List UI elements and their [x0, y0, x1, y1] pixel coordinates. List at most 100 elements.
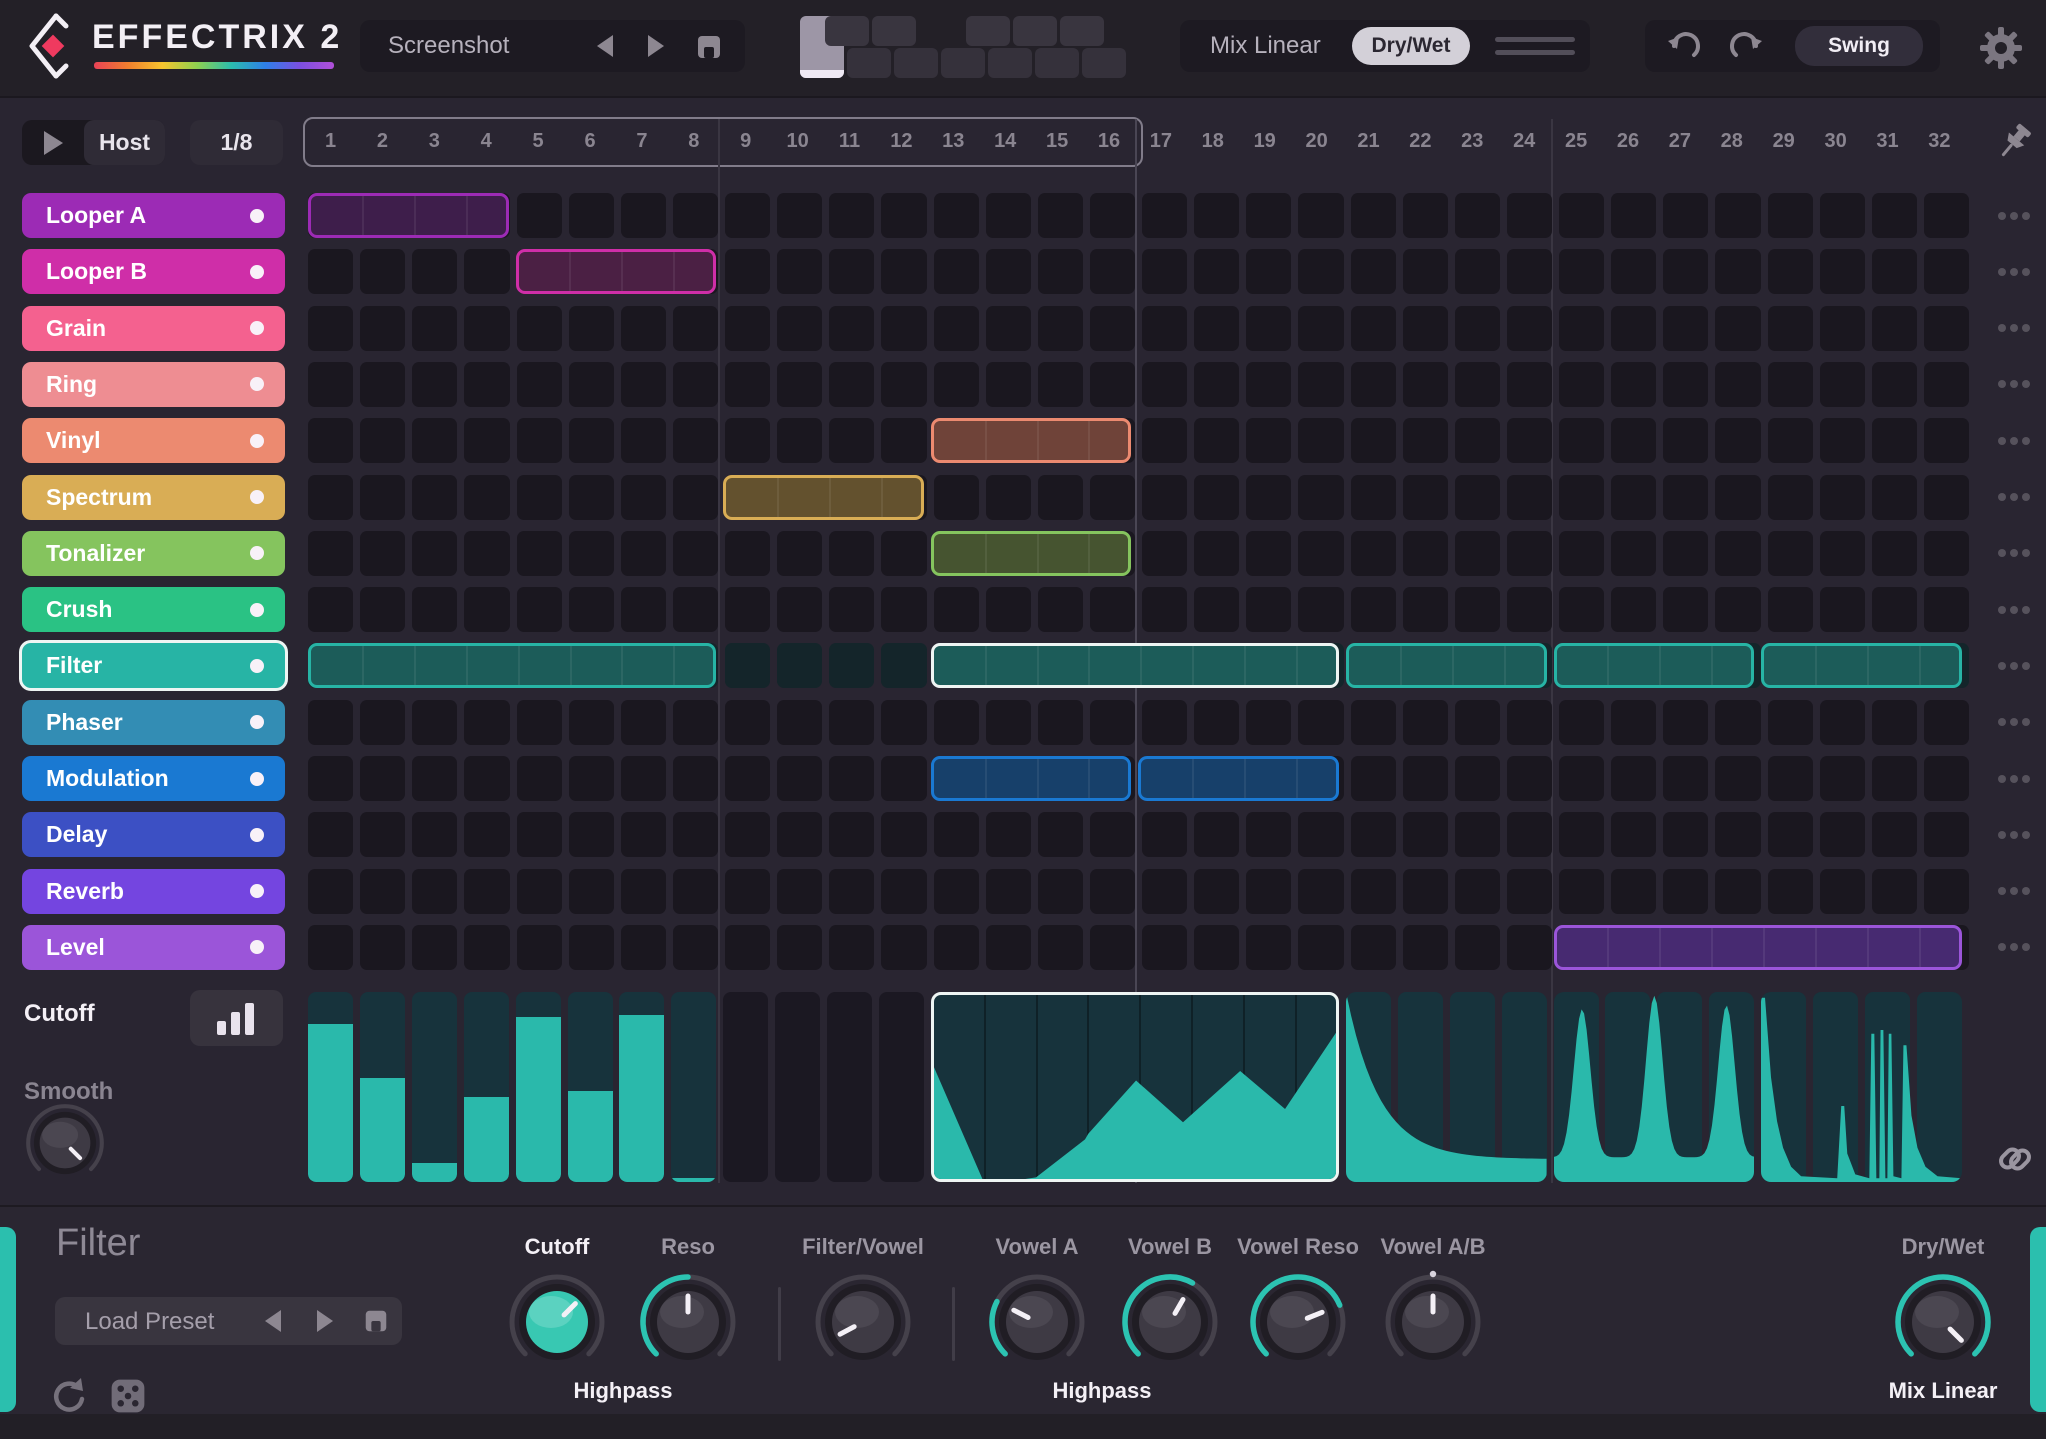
grid-cell[interactable] [1142, 530, 1188, 576]
pattern-key-4[interactable] [941, 48, 985, 78]
track-enable-dot[interactable] [250, 940, 264, 955]
grid-cell[interactable] [516, 530, 562, 576]
grid-cell[interactable] [672, 812, 718, 858]
grid-cell[interactable] [1298, 699, 1344, 745]
grid-cell[interactable] [1767, 361, 1813, 407]
grid-cell[interactable] [1559, 868, 1605, 914]
grid-cell[interactable] [1194, 868, 1240, 914]
grid-cell[interactable] [881, 193, 927, 238]
track-label-filter[interactable]: Filter [22, 643, 285, 689]
pattern-key-3[interactable] [894, 48, 938, 78]
grid-cell[interactable] [568, 418, 614, 464]
grid-cell[interactable] [308, 474, 354, 520]
step-number-20[interactable]: 20 [1294, 124, 1339, 158]
grid-cell[interactable] [1923, 193, 1969, 238]
grid-cell[interactable] [1194, 924, 1240, 970]
reset-icon[interactable] [48, 1376, 88, 1416]
grid-cell[interactable] [568, 868, 614, 914]
grid-cell[interactable] [1663, 249, 1709, 295]
grid-cell[interactable] [933, 812, 979, 858]
pattern-key-black-1[interactable] [825, 16, 869, 46]
grid-cell[interactable] [1819, 756, 1865, 801]
grid-cell[interactable] [1767, 474, 1813, 520]
grid-cell[interactable] [1506, 812, 1552, 858]
row-menu-dots[interactable] [1990, 475, 2038, 520]
step-block-filter-13-20[interactable] [930, 643, 1339, 689]
step-number-21[interactable]: 21 [1346, 124, 1391, 158]
grid-cell[interactable] [881, 305, 927, 351]
grid-cell[interactable] [516, 924, 562, 970]
grid-cell[interactable] [1298, 812, 1344, 858]
pattern-key-black-3[interactable] [966, 16, 1010, 46]
grid-cell[interactable] [412, 812, 458, 858]
grid-cell[interactable] [1506, 249, 1552, 295]
grid-cell[interactable] [360, 699, 406, 745]
grid-cell[interactable] [1663, 305, 1709, 351]
step-block-filter-21-24[interactable] [1346, 643, 1547, 689]
grid-cell[interactable] [1611, 699, 1657, 745]
grid-cell[interactable] [412, 418, 458, 464]
grid-cell[interactable] [985, 474, 1031, 520]
track-label-vinyl[interactable]: Vinyl [22, 418, 285, 464]
grid-cell[interactable] [1611, 193, 1657, 238]
grid-cell[interactable] [1246, 868, 1292, 914]
grid-cell[interactable] [933, 474, 979, 520]
grid-cell[interactable] [1715, 418, 1761, 464]
grid-cell[interactable] [881, 924, 927, 970]
track-enable-dot[interactable] [250, 490, 264, 504]
editor-spikes-region[interactable] [1761, 992, 1962, 1182]
drywet-slider-line[interactable] [1495, 37, 1575, 42]
grid-cell[interactable] [464, 361, 510, 407]
grid-cell[interactable] [1089, 587, 1135, 633]
row-menu-dots[interactable] [1990, 531, 2038, 576]
grid-cell[interactable] [1402, 249, 1448, 295]
grid-cell[interactable] [1871, 305, 1917, 351]
grid-cell[interactable] [1767, 699, 1813, 745]
grid-cell[interactable] [1715, 812, 1761, 858]
grid-cell[interactable] [464, 530, 510, 576]
grid-cell[interactable] [1923, 305, 1969, 351]
grid-cell[interactable] [1246, 812, 1292, 858]
effect-preset-save-icon[interactable] [362, 1307, 390, 1335]
grid-cell[interactable] [881, 643, 927, 689]
grid-cell[interactable] [1559, 812, 1605, 858]
grid-cell[interactable] [1402, 587, 1448, 633]
grid-cell[interactable] [464, 812, 510, 858]
grid-cell[interactable] [1559, 530, 1605, 576]
grid-cell[interactable] [672, 868, 718, 914]
grid-cell[interactable] [933, 868, 979, 914]
grid-cell[interactable] [1194, 305, 1240, 351]
pattern-key-black-4[interactable] [1013, 16, 1057, 46]
grid-cell[interactable] [725, 699, 771, 745]
track-enable-dot[interactable] [250, 602, 264, 617]
step-block-tonalizer-13-16[interactable] [930, 530, 1132, 576]
track-enable-dot[interactable] [250, 377, 264, 392]
grid-cell[interactable] [1454, 193, 1500, 238]
grid-cell[interactable] [1767, 418, 1813, 464]
grid-cell[interactable] [1298, 249, 1344, 295]
grid-cell[interactable] [1089, 868, 1135, 914]
grid-cell[interactable] [1767, 305, 1813, 351]
step-block-looper-a-1-4[interactable] [308, 193, 509, 238]
grid-cell[interactable] [1611, 305, 1657, 351]
step-number-25[interactable]: 25 [1554, 124, 1599, 158]
grid-cell[interactable] [1819, 530, 1865, 576]
step-number-28[interactable]: 28 [1709, 124, 1754, 158]
step-number-26[interactable]: 26 [1606, 124, 1651, 158]
step-block-modulation-13-16[interactable] [930, 756, 1132, 801]
preset-name[interactable]: Screenshot [388, 32, 509, 60]
grid-cell[interactable] [829, 361, 875, 407]
grid-cell[interactable] [1454, 305, 1500, 351]
grid-cell[interactable] [672, 474, 718, 520]
grid-cell[interactable] [933, 699, 979, 745]
step-number-19[interactable]: 19 [1242, 124, 1287, 158]
grid-cell[interactable] [725, 812, 771, 858]
grid-cell[interactable] [1611, 812, 1657, 858]
grid-cell[interactable] [360, 361, 406, 407]
grid-cell[interactable] [1402, 474, 1448, 520]
grid-cell[interactable] [620, 868, 666, 914]
grid-cell[interactable] [1037, 474, 1083, 520]
grid-cell[interactable] [777, 193, 823, 238]
grid-cell[interactable] [620, 474, 666, 520]
grid-cell[interactable] [1506, 418, 1552, 464]
